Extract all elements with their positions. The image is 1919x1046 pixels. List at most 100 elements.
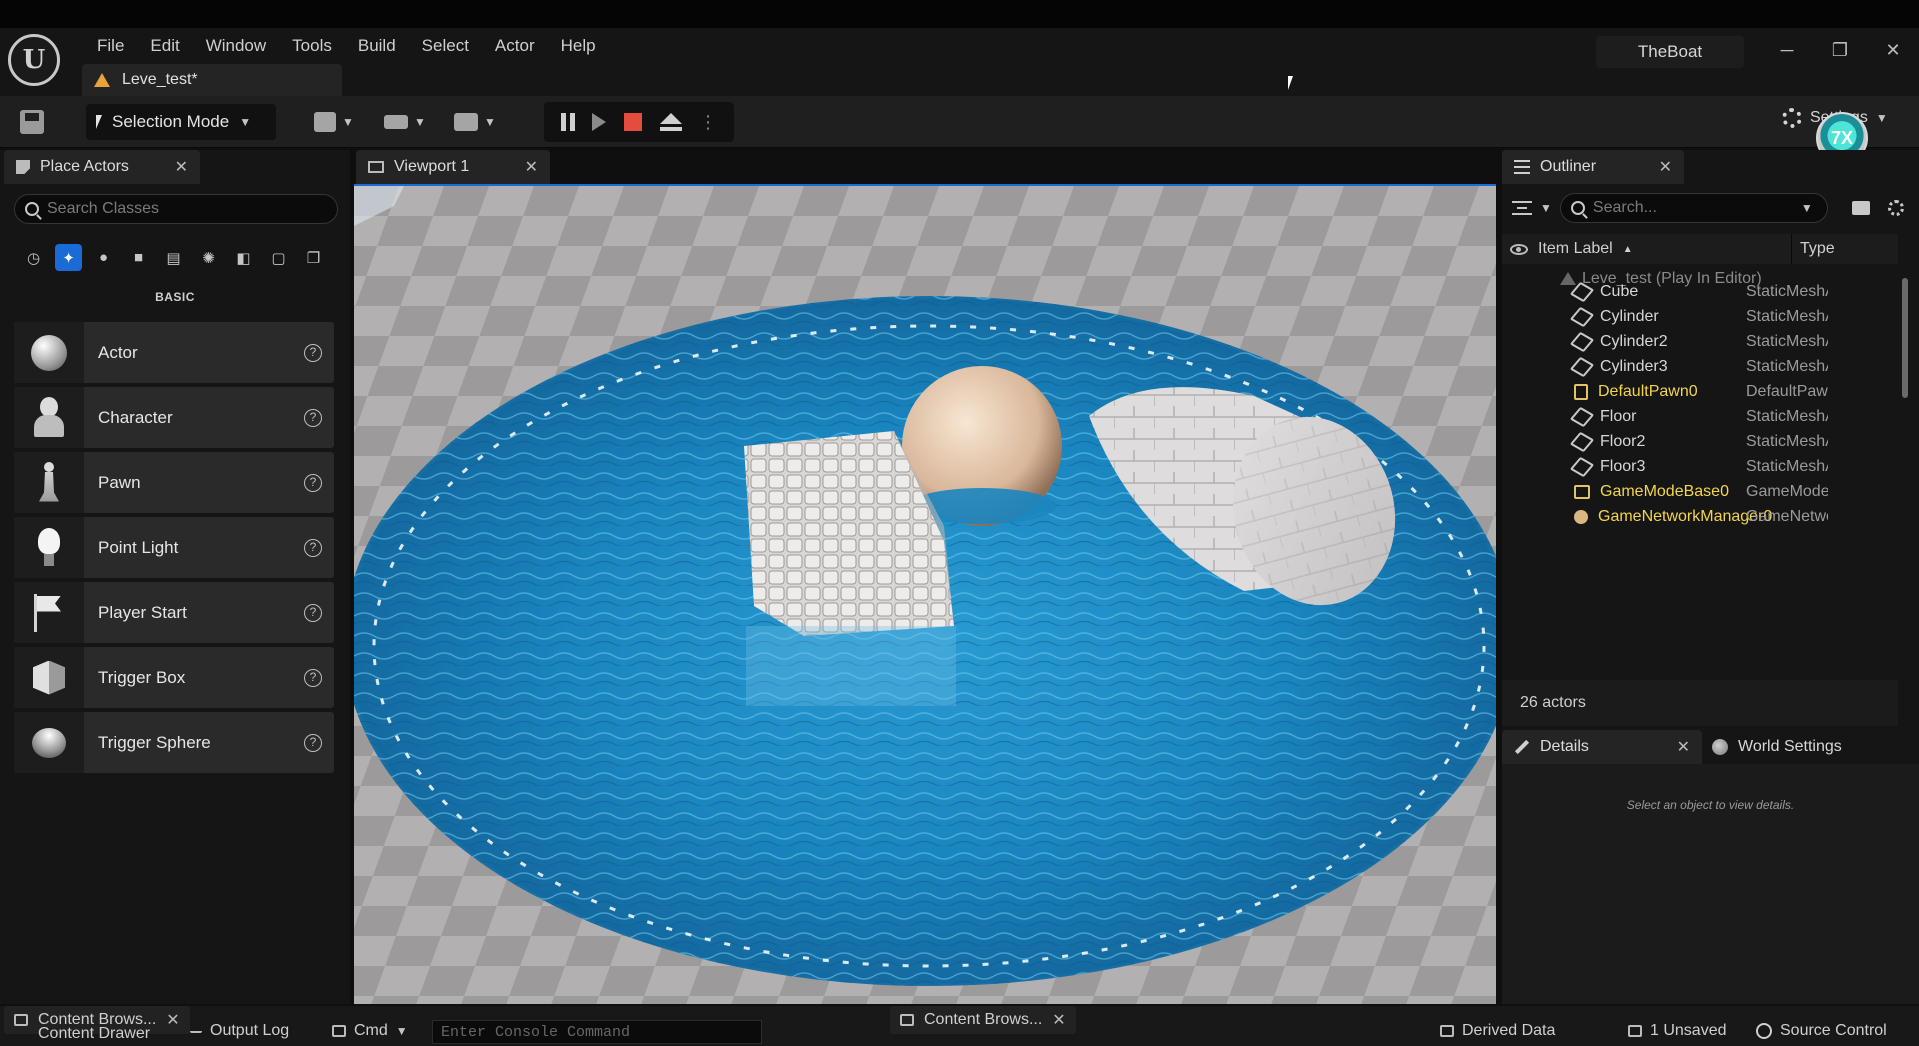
table-row[interactable]: Cylinder2 StaticMeshA [1502, 329, 1898, 354]
add-folder-icon[interactable] [1851, 201, 1870, 215]
menu-actor[interactable]: Actor [482, 30, 548, 62]
help-icon[interactable]: ? [304, 408, 322, 427]
shapes-icon[interactable]: ■ [125, 244, 152, 271]
visibility-eye-icon[interactable] [1510, 243, 1528, 255]
menu-select[interactable]: Select [409, 30, 482, 62]
close-window-button[interactable]: ✕ [1878, 38, 1908, 62]
menu-tools[interactable]: Tools [279, 30, 345, 62]
close-icon[interactable]: ✕ [1659, 157, 1672, 177]
search-classes-field[interactable] [14, 194, 338, 224]
mouse-cursor-icon [1288, 76, 1302, 90]
level-document-tab[interactable]: Leve_test* [82, 64, 342, 96]
tab-viewport[interactable]: Viewport 1 ✕ [356, 150, 550, 184]
list-item[interactable]: Character ? [14, 387, 334, 448]
close-icon[interactable]: ✕ [175, 157, 188, 177]
help-icon[interactable]: ? [304, 538, 322, 557]
outliner-scrollbar[interactable] [1902, 278, 1908, 398]
search-classes-input[interactable] [47, 200, 327, 218]
menu-window[interactable]: Window [193, 30, 279, 62]
tab-outliner[interactable]: Outliner ✕ [1502, 150, 1684, 184]
table-row[interactable]: DefaultPawn0 DefaultPawr [1502, 379, 1898, 404]
more-options-icon[interactable]: ⋮ [699, 113, 717, 131]
minimize-button[interactable]: ─ [1772, 38, 1802, 62]
outliner-column-header: Item Label ▲ Type [1502, 234, 1898, 264]
menu-build[interactable]: Build [345, 30, 409, 62]
list-item[interactable]: Player Start ? [14, 582, 334, 643]
close-icon[interactable]: ✕ [166, 1010, 179, 1030]
stop-icon[interactable] [623, 113, 642, 131]
menu-file[interactable]: File [84, 30, 137, 62]
chevron-down-icon: ▼ [342, 115, 354, 129]
close-icon[interactable]: ✕ [1677, 737, 1690, 757]
table-row[interactable]: Floor2 StaticMeshA [1502, 429, 1898, 454]
content-drawer-button[interactable]: Content Drawer [38, 1022, 150, 1046]
cinematic-icon[interactable]: ▤ [160, 244, 187, 271]
menu-edit[interactable]: Edit [137, 30, 192, 62]
tab-place-actors[interactable]: Place Actors ✕ [4, 150, 200, 184]
cursor-icon [96, 115, 102, 129]
console-command-input[interactable] [441, 1021, 751, 1043]
cmd-dropdown[interactable]: Cmd ▼ [332, 1016, 408, 1046]
basic-icon[interactable]: ✦ [55, 244, 82, 271]
help-icon[interactable]: ? [304, 733, 322, 752]
row-label: Cylinder [1600, 307, 1659, 325]
lights-icon[interactable]: ● [90, 244, 117, 271]
gear-icon[interactable] [1887, 200, 1904, 216]
table-row[interactable]: Cube StaticMeshA [1502, 279, 1898, 304]
level-viewport[interactable] [354, 184, 1496, 1004]
cinematics-button[interactable]: ▼ [454, 106, 496, 138]
help-icon[interactable]: ? [304, 668, 322, 687]
unreal-logo-icon[interactable]: U [8, 34, 60, 86]
geometry-icon[interactable]: ▢ [265, 244, 292, 271]
add-content-button[interactable]: ▼ [314, 106, 354, 138]
list-item[interactable]: Trigger Sphere ? [14, 712, 334, 773]
tab-world-settings[interactable]: World Settings [1712, 730, 1842, 764]
unsaved-button[interactable]: 1 Unsaved [1628, 1016, 1727, 1046]
outliner-search-input[interactable] [1592, 199, 1793, 217]
list-item[interactable]: Trigger Box ? [14, 647, 334, 708]
outliner-search-field[interactable]: ▼ [1559, 193, 1828, 223]
table-row[interactable]: GameNetworkManager0 GameNetwo [1502, 504, 1898, 529]
filter-icon[interactable] [1512, 201, 1532, 215]
column-type[interactable]: Type [1792, 240, 1835, 258]
category-tabs: ◷ ✦ ● ■ ▤ ✺ ◧ ▢ ❐ [20, 244, 327, 271]
help-icon[interactable]: ? [304, 343, 322, 362]
visual-effects-icon[interactable]: ✺ [195, 244, 222, 271]
console-command-field[interactable] [432, 1020, 762, 1044]
close-icon[interactable]: ✕ [1052, 1010, 1065, 1030]
row-name: Cylinder2 [1502, 331, 1732, 352]
volumes-icon[interactable]: ◧ [230, 244, 257, 271]
derived-data-button[interactable]: Derived Data [1440, 1016, 1555, 1046]
actor-label: Pawn [98, 472, 141, 492]
list-item[interactable]: Actor ? [14, 322, 334, 383]
table-row[interactable]: Floor StaticMeshA [1502, 404, 1898, 429]
frame-skip-icon[interactable] [592, 113, 607, 131]
restore-button[interactable]: ❐ [1825, 38, 1855, 62]
selection-mode-dropdown[interactable]: Selection Mode ▼ [86, 104, 276, 140]
help-icon[interactable]: ? [304, 603, 322, 622]
table-row[interactable]: Cylinder3 StaticMeshA [1502, 354, 1898, 379]
list-item[interactable]: Pawn ? [14, 452, 334, 513]
blueprints-button[interactable]: ▼ [384, 106, 426, 138]
table-row[interactable]: Cylinder StaticMeshA [1502, 304, 1898, 329]
tab-details[interactable]: Details ✕ [1502, 730, 1702, 764]
content-browser-tab-2[interactable]: Content Brows... ✕ [890, 1006, 1076, 1034]
close-icon[interactable]: ✕ [525, 157, 538, 177]
pause-icon[interactable] [560, 113, 575, 131]
eject-icon[interactable] [659, 113, 682, 131]
column-item-label[interactable]: Item Label ▲ [1502, 234, 1792, 264]
sort-ascending-icon: ▲ [1622, 243, 1633, 255]
all-classes-icon[interactable]: ❐ [300, 244, 327, 271]
help-icon[interactable]: ? [304, 473, 322, 492]
menu-help[interactable]: Help [548, 30, 609, 62]
output-log-button[interactable]: Output Log [190, 1016, 289, 1046]
content-browser-tab-2-label: Content Brows... [924, 1011, 1043, 1028]
source-control-button[interactable]: Source Control [1756, 1016, 1887, 1046]
chevron-down-icon[interactable]: ▼ [1540, 201, 1552, 215]
table-row[interactable]: GameModeBase0 GameModeE [1502, 479, 1898, 504]
table-row[interactable]: Floor3 StaticMeshA [1502, 454, 1898, 479]
recent-icon[interactable]: ◷ [20, 244, 47, 271]
list-item[interactable]: Point Light ? [14, 517, 334, 578]
chevron-down-icon[interactable]: ▼ [1801, 201, 1813, 215]
save-icon[interactable] [20, 110, 44, 134]
